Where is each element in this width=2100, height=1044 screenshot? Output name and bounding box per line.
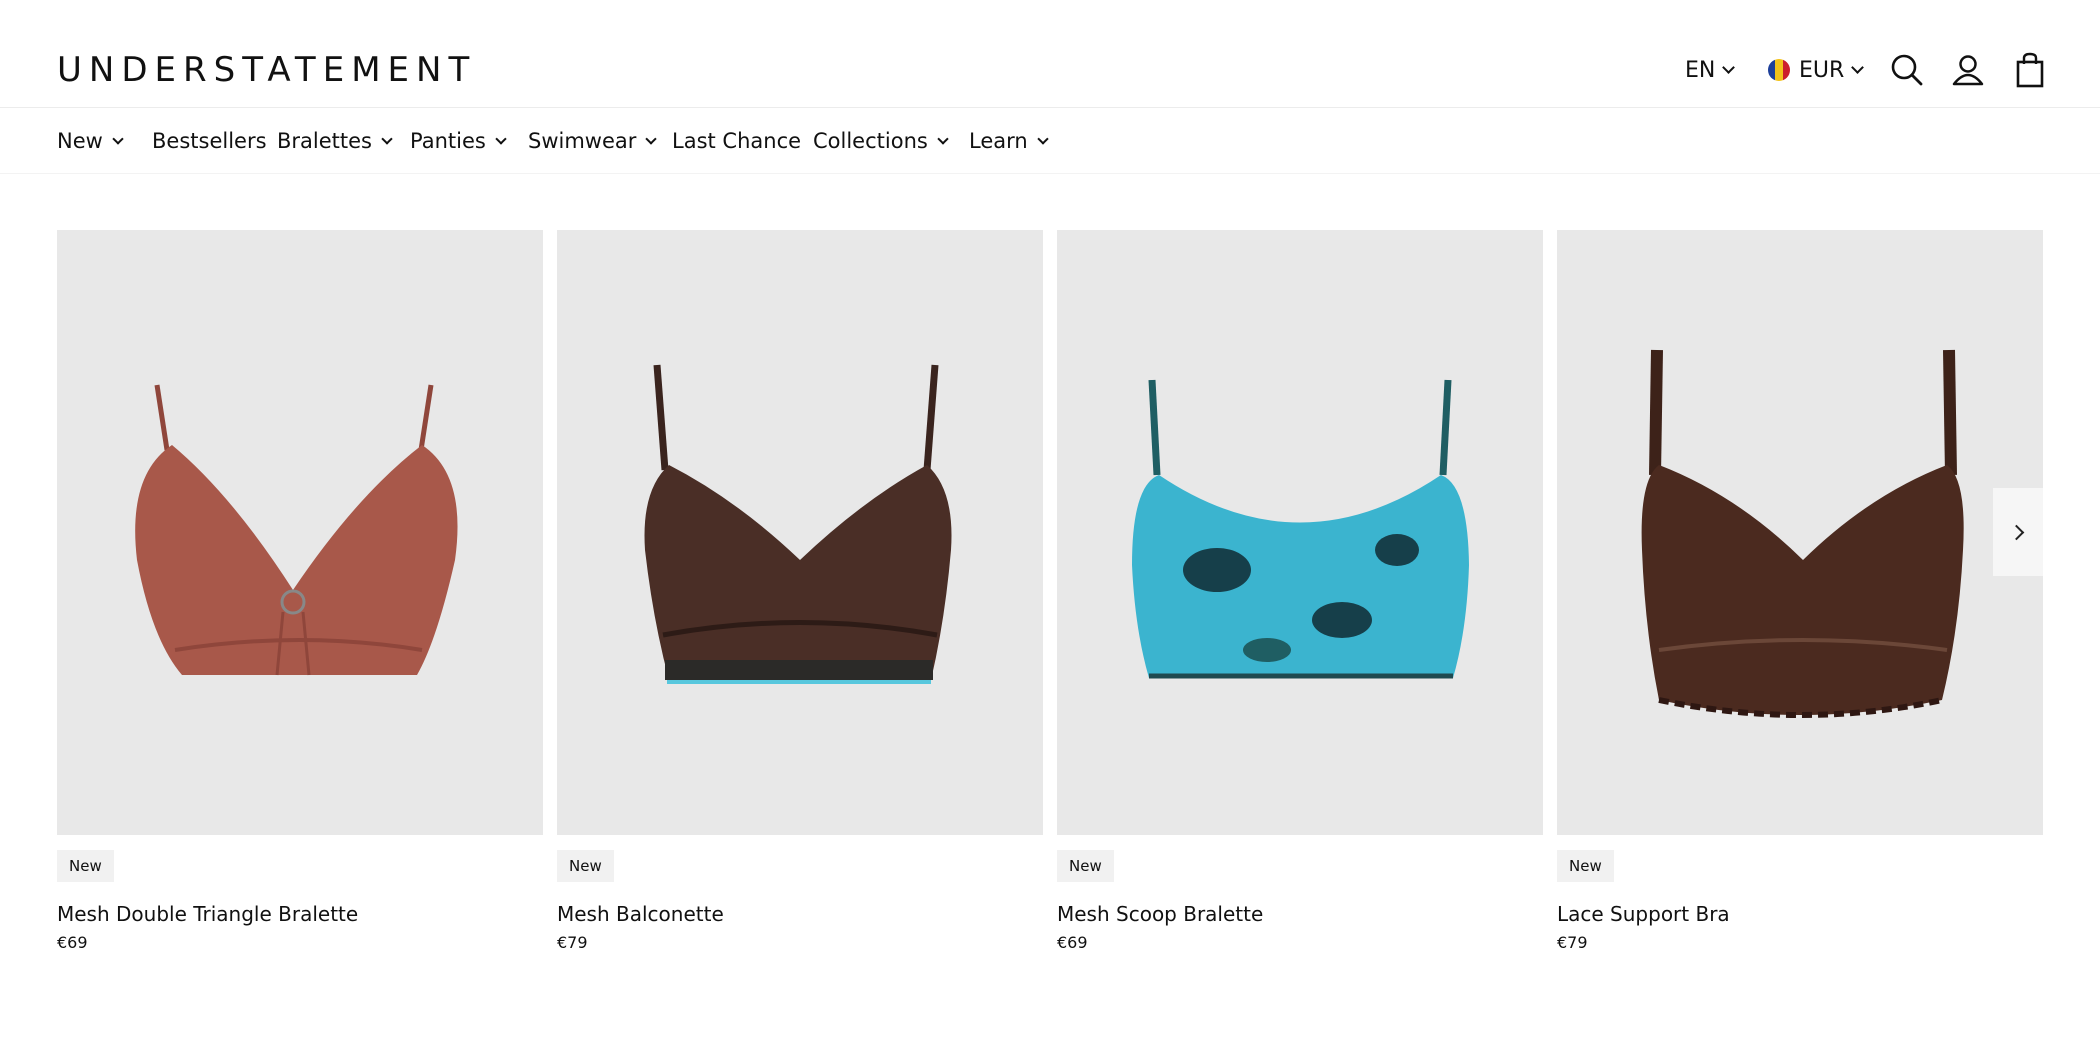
product-card[interactable]: New Mesh Balconette €79 xyxy=(557,230,1043,953)
new-badge: New xyxy=(1057,850,1114,882)
nav-item-label: Panties xyxy=(410,129,486,153)
product-name[interactable]: Mesh Balconette xyxy=(557,901,1043,927)
nav-item-label: Bestsellers xyxy=(152,129,267,153)
nav-item-label: Swimwear xyxy=(528,129,637,153)
product-price: €69 xyxy=(57,933,88,952)
nav-item-label: New xyxy=(57,129,103,153)
currency-selector[interactable]: EUR xyxy=(1768,52,1865,88)
flag-icon xyxy=(1768,59,1790,81)
nav-item-label: Learn xyxy=(969,129,1028,153)
language-label: EN xyxy=(1685,57,1716,83)
product-name[interactable]: Lace Support Bra xyxy=(1557,901,2043,927)
chevron-down-icon xyxy=(1851,61,1865,74)
product-card[interactable]: New Mesh Scoop Bralette €69 xyxy=(1057,230,1543,953)
nav-item-label: Collections xyxy=(813,129,928,153)
main-nav: New Bestsellers Bralettes Panties Swimwe… xyxy=(0,108,2100,174)
carousel-next-button[interactable] xyxy=(1993,488,2043,576)
product-price: €79 xyxy=(1557,933,1588,952)
product-image[interactable] xyxy=(1057,230,1543,835)
product-name[interactable]: Mesh Scoop Bralette xyxy=(1057,901,1543,927)
product-card[interactable]: New Lace Support Bra €79 xyxy=(1557,230,2043,953)
chevron-down-icon xyxy=(381,132,393,145)
nav-item-collections[interactable]: Collections xyxy=(813,126,949,156)
product-image[interactable] xyxy=(557,230,1043,835)
product-image[interactable] xyxy=(1557,230,2043,835)
nav-item-bralettes[interactable]: Bralettes xyxy=(277,126,393,156)
nav-item-new[interactable]: New xyxy=(57,126,124,156)
currency-label: EUR xyxy=(1799,57,1845,83)
chevron-down-icon xyxy=(1722,61,1736,74)
product-name[interactable]: Mesh Double Triangle Bralette xyxy=(57,901,543,927)
product-card[interactable]: New Mesh Double Triangle Bralette €69 xyxy=(57,230,543,953)
nav-item-panties[interactable]: Panties xyxy=(410,126,507,156)
nav-item-last-chance[interactable]: Last Chance xyxy=(672,126,801,156)
chevron-down-icon xyxy=(937,132,949,145)
nav-item-swimwear[interactable]: Swimwear xyxy=(528,126,658,156)
product-price: €69 xyxy=(1057,933,1088,952)
search-icon[interactable] xyxy=(1887,50,1927,90)
chevron-down-icon xyxy=(645,132,658,145)
chevron-down-icon xyxy=(1037,132,1049,145)
cart-icon[interactable] xyxy=(2010,50,2050,90)
site-logo[interactable]: UNDERSTATEMENT xyxy=(57,50,476,90)
language-selector[interactable]: EN xyxy=(1685,52,1736,88)
new-badge: New xyxy=(1557,850,1614,882)
chevron-down-icon xyxy=(112,132,124,145)
account-icon[interactable] xyxy=(1948,50,1988,90)
chevron-down-icon xyxy=(495,132,507,145)
nav-item-label: Last Chance xyxy=(672,129,802,153)
new-badge: New xyxy=(57,850,114,882)
new-badge: New xyxy=(557,850,614,882)
site-header: UNDERSTATEMENT EN EUR xyxy=(0,0,2100,108)
product-price: €79 xyxy=(557,933,588,952)
chevron-right-icon xyxy=(2008,524,2024,540)
nav-item-bestsellers[interactable]: Bestsellers xyxy=(152,126,267,156)
nav-item-label: Bralettes xyxy=(277,129,372,153)
nav-item-learn[interactable]: Learn xyxy=(969,126,1049,156)
product-image[interactable] xyxy=(57,230,543,835)
